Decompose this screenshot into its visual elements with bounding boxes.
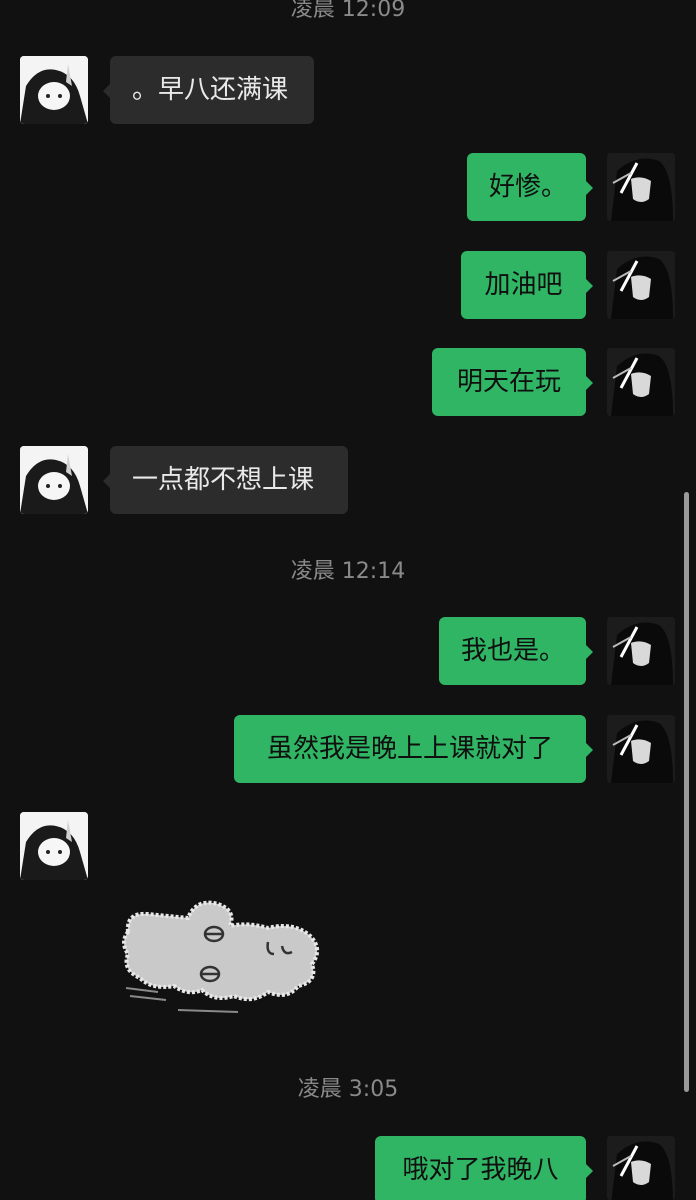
- message-bubble-outgoing[interactable]: 虽然我是晚上上课就对了: [234, 715, 593, 783]
- bubble-tail: [586, 645, 593, 659]
- message-bubble-outgoing[interactable]: 哦对了我晚八: [375, 1136, 593, 1200]
- bubble-tail: [586, 181, 593, 195]
- bubble-tail: [586, 376, 593, 390]
- scrollbar[interactable]: [684, 492, 689, 1092]
- my-avatar[interactable]: [607, 348, 675, 416]
- contact-avatar[interactable]: [20, 446, 88, 514]
- message-bubble-incoming[interactable]: 。早八还满课: [103, 56, 314, 124]
- my-avatar[interactable]: [607, 715, 675, 783]
- my-avatar[interactable]: [607, 1136, 675, 1200]
- contact-avatar[interactable]: [20, 56, 88, 124]
- bubble-tail: [586, 279, 593, 293]
- message-text: 哦对了我晚八: [402, 1155, 559, 1185]
- message-text: 虽然我是晚上上课就对了: [266, 734, 553, 764]
- message-text: 好惨。: [489, 172, 568, 202]
- message-bubble-outgoing[interactable]: 明天在玩: [432, 348, 593, 416]
- message-text: 我也是。: [461, 636, 566, 666]
- message-text: 一点都不想上课: [132, 465, 315, 495]
- timestamp: 凌晨 3:05: [297, 1077, 399, 1102]
- timestamp: 凌晨 12:09: [290, 0, 406, 22]
- bunny-sticker-icon[interactable]: [118, 892, 328, 1022]
- my-avatar[interactable]: [607, 617, 675, 685]
- bubble-tail: [103, 84, 110, 98]
- message-bubble-outgoing[interactable]: 加油吧: [461, 251, 593, 319]
- chat-screen: 凌晨 12:09 。早八还满课 好惨。 加油吧 明天在玩 一点都不想上课 凌晨 …: [0, 0, 696, 1200]
- message-bubble-outgoing[interactable]: 我也是。: [439, 617, 593, 685]
- message-text: 明天在玩: [456, 367, 561, 397]
- message-bubble-incoming[interactable]: 一点都不想上课: [103, 446, 348, 514]
- my-avatar[interactable]: [607, 153, 675, 221]
- message-text: 。早八还满课: [132, 75, 289, 105]
- contact-avatar[interactable]: [20, 812, 88, 880]
- my-avatar[interactable]: [607, 251, 675, 319]
- bubble-tail: [103, 474, 110, 488]
- bubble-tail: [586, 1164, 593, 1178]
- timestamp: 凌晨 12:14: [290, 559, 406, 584]
- message-bubble-outgoing[interactable]: 好惨。: [467, 153, 593, 221]
- message-text: 加油吧: [484, 270, 563, 300]
- bubble-tail: [586, 743, 593, 757]
